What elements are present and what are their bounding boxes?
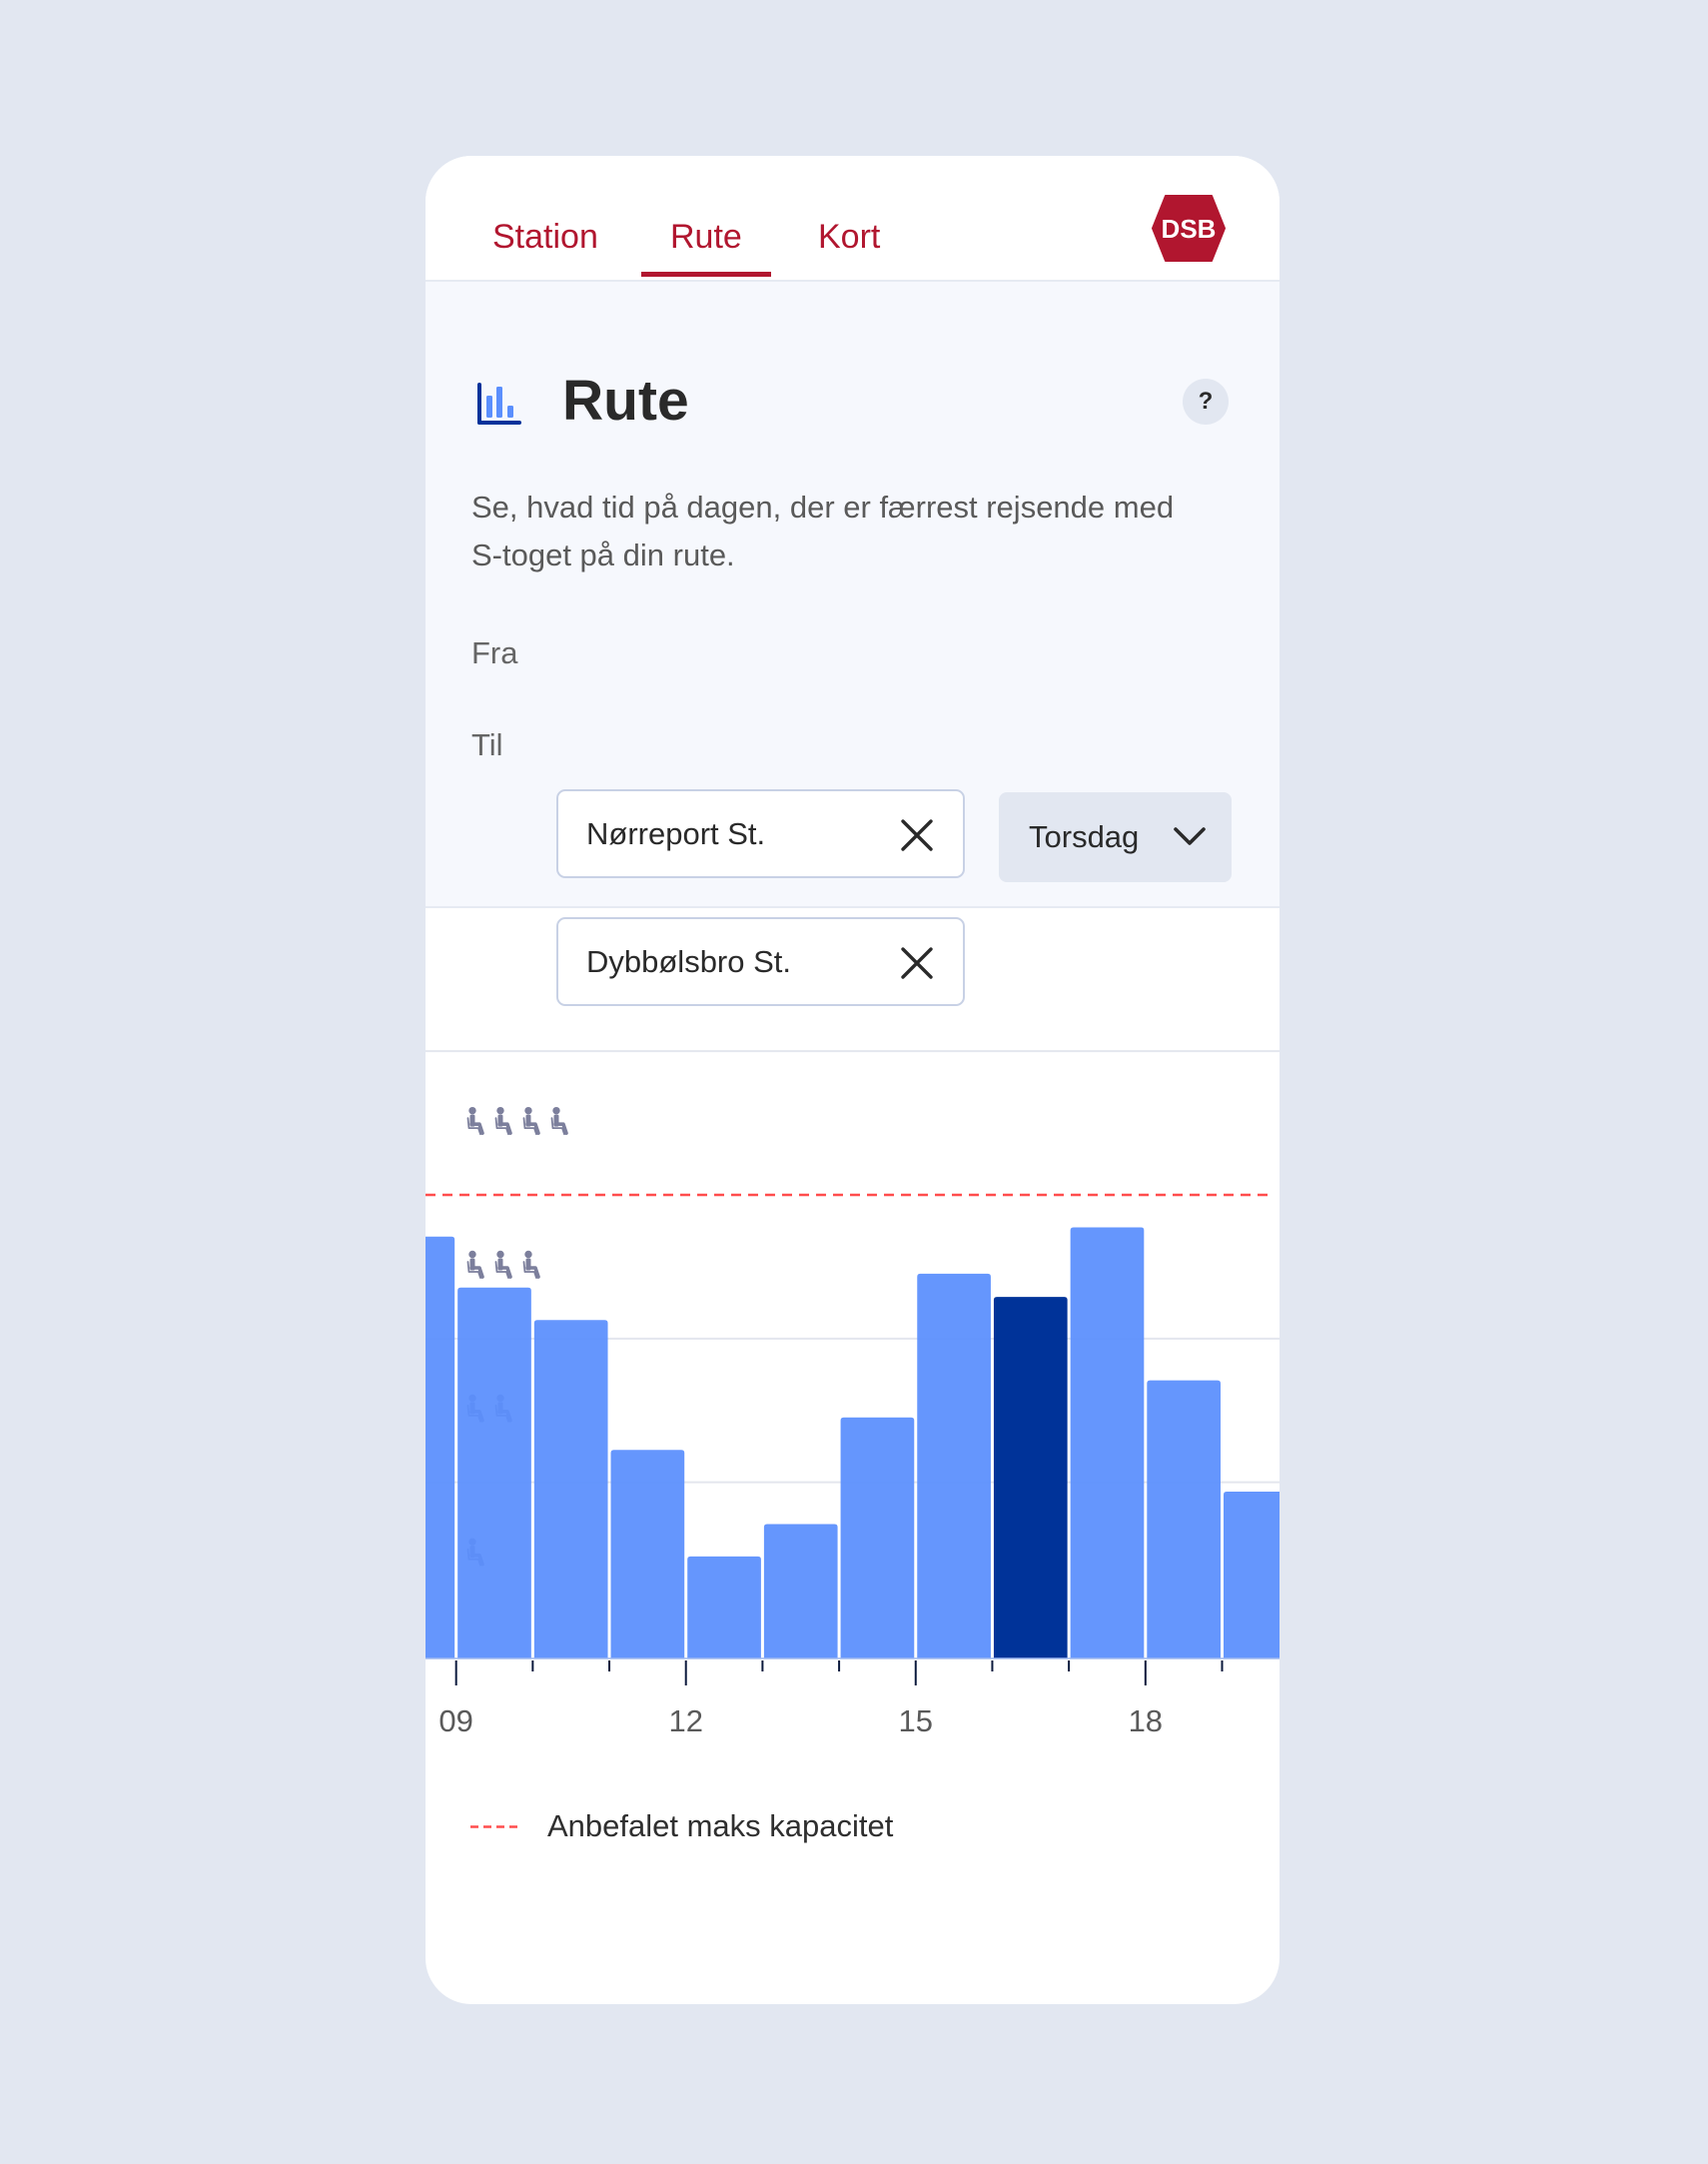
legend-label: Anbefalet maks kapacitet [547,1808,894,1843]
tab-station[interactable]: Station [492,212,598,276]
bar[interactable] [1223,1491,1280,1658]
to-label: Til [471,727,503,762]
close-icon[interactable] [897,943,937,983]
from-input-value[interactable]: Nørreport St. [586,813,765,855]
route-form-section: Rute ? Se, hvad tid på dagen, der er fær… [426,282,1280,1006]
to-input-value[interactable]: Dybbølsbro St. [586,941,791,983]
x-tick-label: 15 [899,1703,933,1738]
chair-icon [465,1105,484,1136]
bar[interactable] [763,1524,838,1658]
x-tick-label: 18 [1129,1703,1163,1738]
bar[interactable] [687,1556,761,1658]
chair-icon [521,1105,540,1136]
chair-icon [549,1105,568,1136]
dsb-logo: DSB [1152,195,1226,262]
bar[interactable] [610,1450,685,1658]
logo-text: DSB [1162,214,1217,244]
top-nav: Station Rute Kort DSB [426,156,1280,282]
chevron-down-icon [1172,823,1208,851]
day-select[interactable]: Torsdag [999,792,1232,882]
bar[interactable] [1070,1227,1145,1658]
app-card: Station Rute Kort DSB Rute ? Se, hvad ti… [426,156,1280,2004]
tab-kort[interactable]: Kort [818,212,880,276]
close-icon[interactable] [897,815,937,855]
bar[interactable] [533,1320,608,1658]
tab-rute[interactable]: Rute [641,212,771,277]
from-input[interactable]: Nørreport St. [556,789,965,878]
from-label: Fra [471,635,518,670]
bar-chart-icon [476,382,522,426]
bar[interactable] [426,1236,455,1658]
bar[interactable] [840,1417,915,1658]
bar-highlighted[interactable] [993,1297,1068,1658]
page-description: Se, hvad tid på dagen, der er færrest re… [471,490,1175,572]
help-button[interactable]: ? [1183,379,1229,425]
chair-icon [493,1105,512,1136]
day-select-value: Torsdag [1029,819,1140,854]
chair-icon [521,1249,540,1280]
page-title: Rute [562,369,689,433]
x-tick-label: 09 [438,1703,472,1738]
legend-dashed-line [470,1825,520,1828]
chair-icon [465,1249,484,1280]
bar[interactable] [917,1273,991,1658]
x-tick-label: 12 [668,1703,702,1738]
chair-icon [493,1249,512,1280]
bar[interactable] [457,1287,531,1658]
to-input[interactable]: Dybbølsbro St. [556,917,965,1006]
bar[interactable] [1147,1380,1221,1658]
